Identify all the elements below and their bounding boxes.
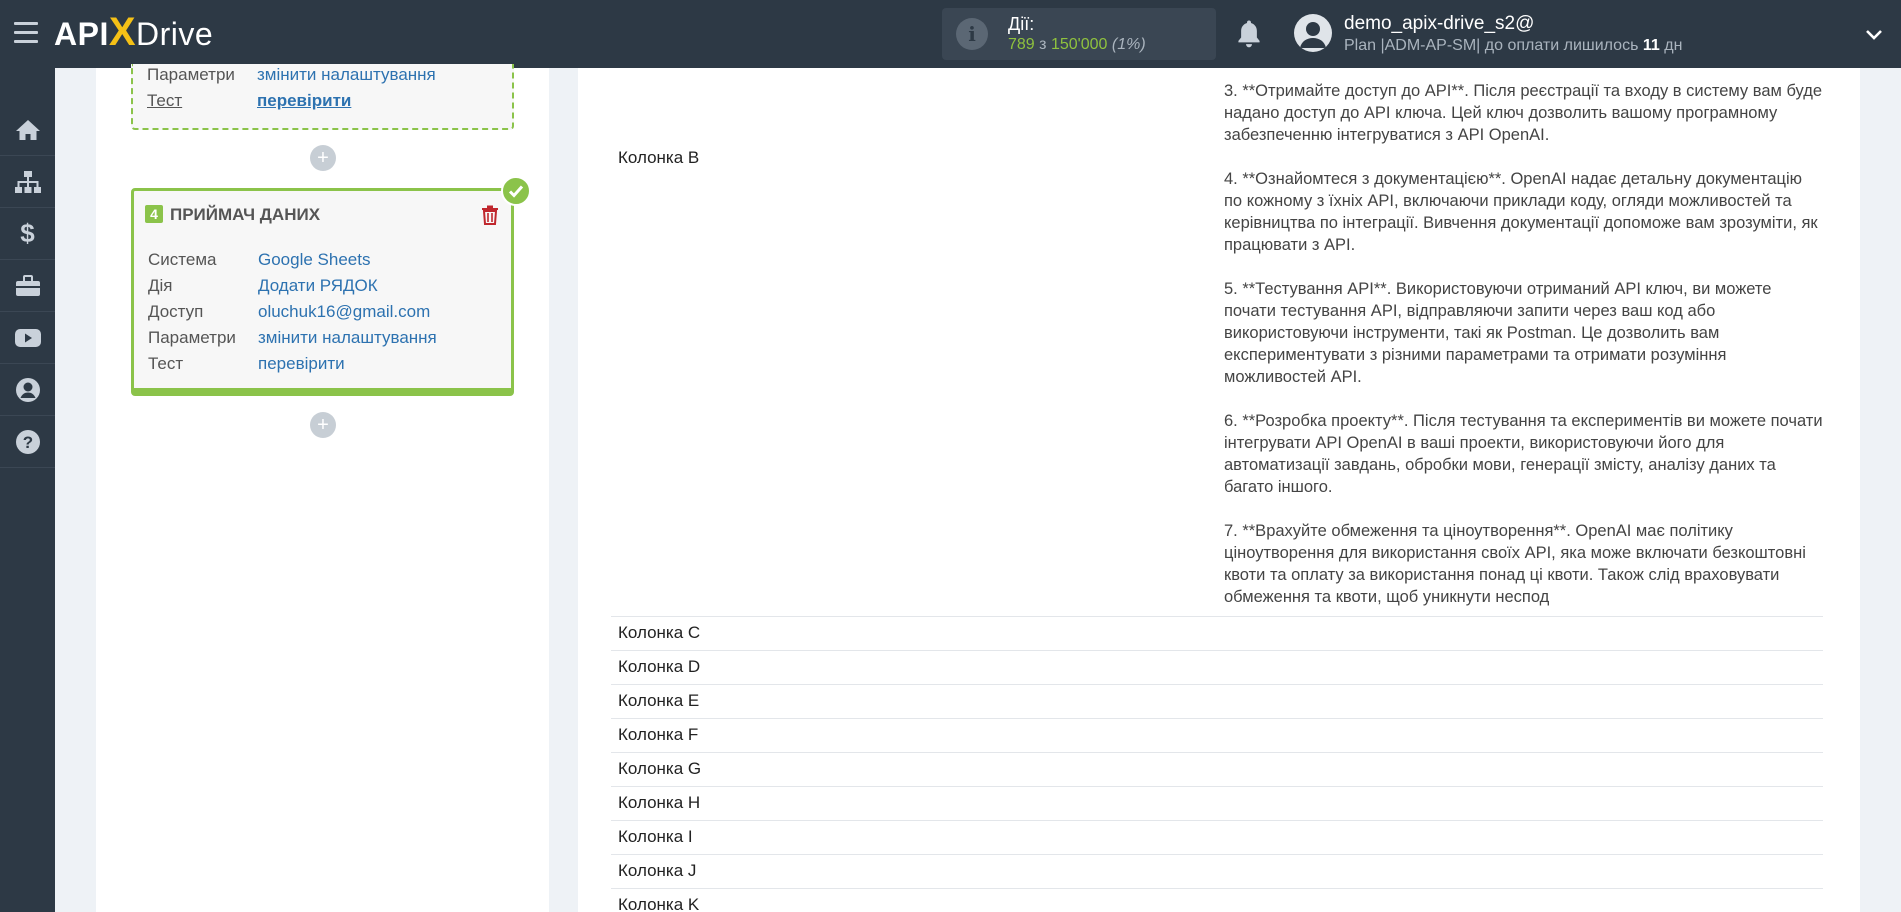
- column-row[interactable]: Колонка K: [611, 888, 1823, 912]
- svg-text:?: ?: [22, 433, 32, 452]
- test-link[interactable]: перевірити: [258, 354, 345, 373]
- column-row[interactable]: Колонка F: [611, 718, 1823, 752]
- column-label: Колонка C: [618, 623, 701, 642]
- sidebar-item-billing[interactable]: $: [0, 208, 55, 260]
- column-row[interactable]: Колонка E: [611, 684, 1823, 718]
- plan-days: 11: [1642, 37, 1660, 54]
- sidebar-item-services[interactable]: [0, 260, 55, 312]
- sidebar-item-flows[interactable]: [0, 156, 55, 208]
- user-plan: Plan |ADM-AP-SM| до оплати лишилось 11 д…: [1344, 37, 1682, 55]
- column-b-paragraph: 3. **Отримайте доступ до API**. Після ре…: [1224, 82, 1823, 144]
- column-label: Колонка J: [618, 861, 697, 880]
- column-b-paragraph: 4. **Ознайомтеся з документацією**. Open…: [1224, 170, 1818, 254]
- row-key: Параметри: [148, 328, 236, 347]
- success-check-icon: [501, 176, 531, 206]
- chevron-down-icon[interactable]: [1864, 24, 1884, 44]
- column-label: Колонка F: [618, 725, 699, 744]
- add-step-button[interactable]: +: [310, 145, 336, 171]
- flow-panel: Параметри змінити налаштування Тест переві…: [96, 64, 549, 912]
- row-key: Дія: [148, 276, 173, 295]
- top-bar: APIXDrive i Дії: 789 з 150'000 (1%) demo…: [0, 0, 1901, 68]
- actions-counter[interactable]: i Дії: 789 з 150'000 (1%): [942, 8, 1216, 60]
- actions-count: 789 з 150'000 (1%): [1008, 36, 1146, 54]
- row-key: Система: [148, 250, 217, 269]
- avatar[interactable]: [1294, 14, 1332, 52]
- row-key: Тест: [147, 91, 183, 110]
- prev-card: Параметри змінити налаштування Тест переві…: [131, 64, 514, 130]
- logo-x: X: [108, 10, 137, 54]
- receiver-row-system: Система Google Sheets: [148, 248, 370, 272]
- sidebar-item-video[interactable]: [0, 312, 55, 364]
- column-row[interactable]: Колонка H: [611, 786, 1823, 820]
- sidebar-item-home[interactable]: [0, 104, 55, 156]
- receiver-row-test: Тест перевірити: [148, 352, 345, 376]
- access-link[interactable]: oluchuk16@gmail.com: [258, 302, 430, 321]
- help-icon: ?: [15, 429, 40, 454]
- plan-days-unit: дн: [1664, 37, 1683, 54]
- column-label: Колонка D: [618, 657, 701, 676]
- sidebar-item-account[interactable]: [0, 364, 55, 416]
- change-settings-link[interactable]: змінити налаштування: [258, 328, 437, 347]
- logo[interactable]: APIXDrive: [54, 12, 213, 54]
- actions-used: 789: [1008, 36, 1035, 53]
- row-key: Параметри: [147, 65, 235, 84]
- column-row[interactable]: Колонка D: [611, 650, 1823, 684]
- system-link[interactable]: Google Sheets: [258, 250, 370, 269]
- bell-icon[interactable]: [1234, 18, 1264, 50]
- home-icon: [15, 119, 40, 140]
- column-b-paragraph: 6. **Розробка проекту**. Після тестуванн…: [1224, 412, 1823, 496]
- column-b-value[interactable]: 3. **Отримайте доступ до API**. Після ре…: [1224, 80, 1824, 630]
- user-name[interactable]: demo_apix-drive_s2@: [1344, 13, 1534, 35]
- dollar-icon: $: [20, 218, 35, 248]
- column-row[interactable]: Колонка I: [611, 820, 1823, 854]
- field-mapping-panel: Колонка B 3. **Отримайте доступ до API**…: [578, 68, 1860, 912]
- actions-total: 150'000: [1050, 36, 1108, 53]
- user-icon: [1300, 22, 1326, 48]
- column-label: Колонка H: [618, 793, 701, 812]
- column-label: Колонка I: [618, 827, 693, 846]
- info-icon: i: [956, 18, 988, 50]
- action-link[interactable]: Додати РЯДОК: [258, 276, 378, 295]
- sidebar-item-help[interactable]: ?: [0, 416, 55, 468]
- trash-icon[interactable]: [481, 205, 499, 225]
- briefcase-icon: [15, 274, 40, 296]
- receiver-row-access: Доступ oluchuk16@gmail.com: [148, 300, 430, 324]
- actions-sep: з: [1039, 36, 1047, 53]
- receiver-row-action: Дія Додати РЯДОК: [148, 274, 378, 298]
- logo-drive: Drive: [136, 16, 214, 52]
- receiver-card[interactable]: 4 ПРИЙМАЧ ДАНИХ Система Google Sheets Дія…: [131, 188, 514, 396]
- receiver-row-params: Параметри змінити налаштування: [148, 326, 437, 350]
- column-label: Колонка K: [618, 895, 700, 912]
- column-row[interactable]: Колонка C: [611, 616, 1823, 650]
- column-row[interactable]: Колонка J: [611, 854, 1823, 888]
- youtube-icon: [14, 328, 41, 347]
- column-b-paragraph: 7. **Врахуйте обмеження та ціноутворення…: [1224, 522, 1806, 606]
- test-link[interactable]: перевірити: [257, 91, 351, 110]
- column-row[interactable]: Колонка G: [611, 752, 1823, 786]
- logo-api: API: [54, 16, 109, 52]
- user-circle-icon: [15, 377, 40, 402]
- menu-burger-icon[interactable]: [14, 22, 38, 44]
- prev-row-test: Тест перевірити: [147, 89, 351, 113]
- sidebar: $ ?: [0, 68, 55, 912]
- step-number-badge: 4: [145, 205, 163, 223]
- actions-label: Дії:: [1008, 14, 1035, 34]
- column-label: Колонка G: [618, 759, 702, 778]
- change-settings-link[interactable]: змінити налаштування: [257, 65, 436, 84]
- receiver-title: ПРИЙМАЧ ДАНИХ: [170, 205, 321, 224]
- sitemap-icon: [14, 170, 41, 193]
- row-key: Тест: [148, 354, 184, 373]
- column-b-label: Колонка B: [618, 148, 700, 167]
- actions-percent: (1%): [1111, 36, 1146, 53]
- plan-text: Plan |ADM-AP-SM| до оплати лишилось: [1344, 37, 1639, 54]
- column-b-paragraph: 5. **Тестування API**. Використовуючи от…: [1224, 280, 1772, 386]
- add-step-button[interactable]: +: [310, 412, 336, 438]
- row-key: Доступ: [148, 302, 204, 321]
- prev-row-params: Параметри змінити налаштування: [147, 63, 436, 87]
- column-label: Колонка E: [618, 691, 700, 710]
